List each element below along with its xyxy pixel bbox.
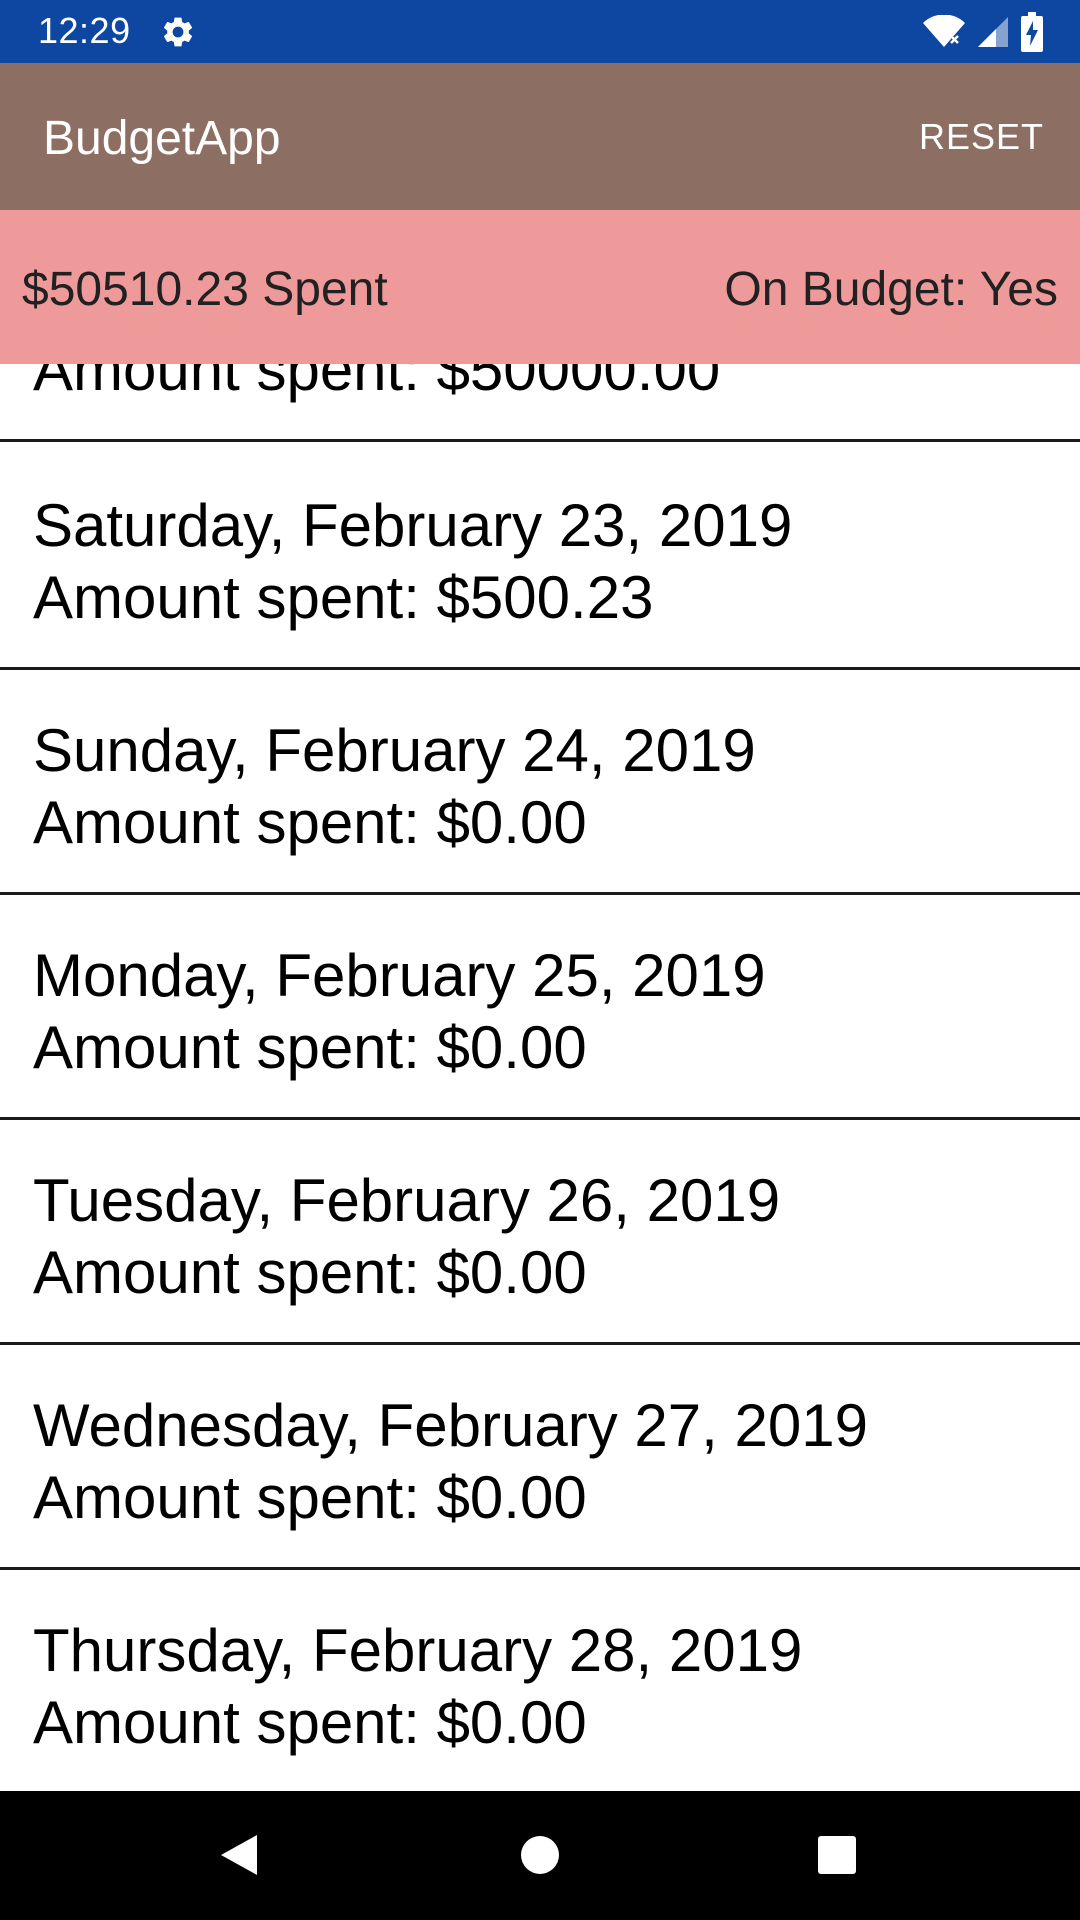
back-icon bbox=[221, 1835, 257, 1875]
list-item[interactable]: Monday, February 25, 2019 Amount spent: … bbox=[0, 895, 1080, 1120]
item-amount: Amount spent: $0.00 bbox=[33, 1689, 587, 1756]
home-button[interactable] bbox=[504, 1819, 576, 1891]
item-amount: Amount spent: $0.00 bbox=[33, 1464, 587, 1531]
item-amount: Amount spent: $0.00 bbox=[33, 789, 587, 856]
budget-status: On Budget: Yes bbox=[724, 263, 1058, 316]
recents-icon bbox=[818, 1836, 856, 1874]
list-item[interactable]: Thursday, February 28, 2019 Amount spent… bbox=[0, 1570, 1080, 1795]
back-button[interactable] bbox=[203, 1819, 275, 1891]
total-spent: $50510.23 Spent bbox=[22, 263, 388, 316]
item-date: Sunday, February 24, 2019 bbox=[33, 717, 756, 784]
summary-banner: $50510.23 Spent On Budget: Yes bbox=[0, 210, 1080, 364]
item-date: Monday, February 25, 2019 bbox=[33, 942, 766, 1009]
item-date: Wednesday, February 27, 2019 bbox=[33, 1392, 868, 1459]
item-date: Saturday, February 23, 2019 bbox=[33, 492, 793, 559]
item-date: Thursday, February 28, 2019 bbox=[33, 1617, 803, 1684]
list-item[interactable]: Saturday, February 23, 2019 Amount spent… bbox=[0, 445, 1080, 670]
screen: Amount spent: $50000.00 Saturday, Februa… bbox=[0, 0, 1080, 1920]
list-item[interactable]: Sunday, February 24, 2019 Amount spent: … bbox=[0, 670, 1080, 895]
item-amount: Amount spent: $0.00 bbox=[33, 1014, 587, 1081]
recents-button[interactable] bbox=[801, 1819, 873, 1891]
list-item[interactable]: Wednesday, February 27, 2019 Amount spen… bbox=[0, 1345, 1080, 1570]
item-date: Tuesday, February 26, 2019 bbox=[33, 1167, 781, 1234]
item-amount: Amount spent: $0.00 bbox=[33, 1239, 587, 1306]
nav-bar bbox=[0, 1791, 1080, 1920]
list-item[interactable]: Tuesday, February 26, 2019 Amount spent:… bbox=[0, 1120, 1080, 1345]
item-amount: Amount spent: $500.23 bbox=[33, 564, 654, 631]
home-icon bbox=[521, 1836, 559, 1874]
